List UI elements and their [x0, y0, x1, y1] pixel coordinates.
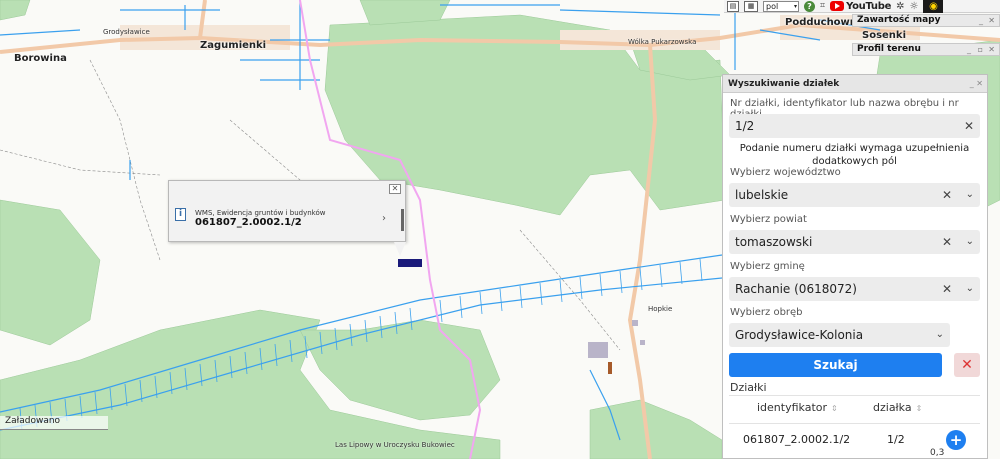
column-header-identifier-label: identyfikator	[757, 401, 828, 414]
place-label-hopkie: Hopkie	[648, 305, 673, 313]
column-header-identifier[interactable]: identyfikator ⇕	[757, 401, 838, 414]
popup-close-button[interactable]: ✕	[389, 184, 401, 194]
precinct-value: Grodysławice-Kolonia	[735, 328, 864, 342]
table-divider	[729, 423, 980, 424]
minimize-icon[interactable]: _	[967, 44, 971, 55]
close-icon[interactable]: ✕	[988, 44, 995, 55]
close-icon[interactable]: ✕	[988, 15, 995, 26]
top-toolbar: ▤ ▦ pol ▾ ? ⌗ YouTube ✲ ☼ ◉	[724, 0, 1000, 13]
settings-icon[interactable]: ✲	[896, 1, 904, 12]
chevron-down-icon[interactable]: ⌄	[966, 277, 974, 301]
chevron-down-icon[interactable]: ⌄	[966, 183, 974, 207]
precinct-label: Wybierz obręb	[730, 307, 803, 318]
parcel-search-panel: Wyszukiwanie działek _ ✕ Nr działki, ide…	[722, 74, 988, 459]
place-label-zagumienki: Zagumienki	[200, 40, 267, 51]
youtube-label: YouTube	[846, 0, 892, 12]
panel-title: Wyszukiwanie działek	[728, 79, 840, 89]
place-label-borowina: Borowina	[14, 53, 67, 64]
county-label: Wybierz powiat	[730, 214, 807, 225]
query-hint: Podanie numeru działki wymaga uzupełnien…	[739, 143, 970, 167]
sort-icon[interactable]: ⇕	[831, 404, 838, 413]
feature-info-popup: ✕ i WMS, Ewidencja gruntów i budynków 06…	[168, 180, 406, 242]
chevron-down-icon[interactable]: ⌄	[936, 323, 944, 347]
youtube-link[interactable]: YouTube	[830, 1, 891, 12]
query-input[interactable]: 1/2 ✕	[729, 114, 980, 138]
status-bar: Załadowano	[0, 416, 108, 430]
wms-icon[interactable]: ▦	[744, 0, 758, 12]
share-icon[interactable]: ⌗	[820, 1, 825, 12]
popup-pointer	[394, 242, 406, 256]
help-icon[interactable]: ?	[804, 0, 815, 12]
sort-icon[interactable]: ⇕	[916, 404, 923, 413]
place-label-reserve: Las Lipowy w Uroczysku Bukowiec	[335, 441, 455, 449]
voivodeship-label: Wybierz województwo	[730, 167, 841, 178]
search-button[interactable]: Szukaj	[729, 353, 942, 377]
map-contents-panel[interactable]: Zawartość mapy _ ✕	[852, 14, 1000, 27]
popup-source: WMS, Ewidencja gruntów i budynków	[195, 209, 326, 217]
clear-query-icon[interactable]: ✕	[964, 114, 974, 138]
restore-icon[interactable]: ▫	[978, 44, 983, 55]
panel-window-controls-icon[interactable]: _ ✕	[970, 75, 983, 93]
panel-header[interactable]: Wyszukiwanie działek _ ✕	[723, 75, 987, 93]
chevron-right-icon[interactable]: ›	[382, 213, 386, 224]
result-identifier: 061807_2.0002.1/2	[743, 433, 851, 446]
clear-voivodeship-icon[interactable]: ✕	[942, 183, 952, 207]
table-divider	[729, 395, 980, 396]
minimize-icon[interactable]: _	[979, 15, 983, 26]
place-label-sosenki: Sosenki	[862, 30, 907, 41]
chevron-down-icon: ▾	[793, 2, 797, 10]
voivodeship-select[interactable]: lubelskie ✕ ⌄	[729, 183, 980, 207]
result-parcel: 1/2	[887, 433, 905, 446]
column-header-parcel-label: działka	[873, 401, 912, 414]
voivodeship-value: lubelskie	[735, 188, 789, 202]
popup-scrollbar[interactable]	[401, 209, 404, 231]
parcel-marker	[608, 362, 612, 374]
column-header-parcel[interactable]: działka ⇕	[873, 401, 922, 414]
scale-label: 0,3	[930, 448, 945, 458]
place-label-grodyslawice: Grodysławice	[103, 28, 150, 36]
precinct-select[interactable]: Grodysławice-Kolonia ⌄	[729, 323, 950, 347]
chevron-down-icon[interactable]: ⌄	[966, 230, 974, 254]
commune-label: Wybierz gminę	[730, 261, 805, 272]
county-select[interactable]: tomaszowski ✕ ⌄	[729, 230, 980, 254]
commune-value: Rachanie (0618072)	[735, 282, 857, 296]
place-label-wolka: Wólka Pukarzowska	[628, 38, 697, 46]
clear-county-icon[interactable]: ✕	[942, 230, 952, 254]
query-input-value: 1/2	[735, 119, 755, 133]
commune-select[interactable]: Rachanie (0618072) ✕ ⌄	[729, 277, 980, 301]
clear-form-button[interactable]: ✕	[954, 353, 980, 377]
print-icon[interactable]: ▤	[727, 0, 739, 12]
terrain-profile-title: Profil terenu	[857, 44, 921, 54]
language-select[interactable]: pol ▾	[763, 0, 799, 12]
clear-commune-icon[interactable]: ✕	[942, 277, 952, 301]
accessibility-eye-icon[interactable]: ◉	[923, 0, 944, 13]
add-result-button[interactable]: +	[946, 430, 966, 450]
county-value: tomaszowski	[735, 235, 813, 249]
results-title: Działki	[730, 381, 767, 394]
language-select-value: pol	[766, 1, 779, 11]
highlighted-parcel	[398, 259, 422, 267]
sun-icon[interactable]: ☼	[909, 1, 918, 12]
terrain-profile-panel[interactable]: Profil terenu _ ▫ ✕	[852, 43, 1000, 56]
popup-parcel-id[interactable]: 061807_2.0002.1/2	[195, 217, 302, 228]
youtube-play-icon	[830, 1, 845, 11]
map-contents-title: Zawartość mapy	[857, 15, 941, 25]
info-icon: i	[175, 208, 186, 221]
